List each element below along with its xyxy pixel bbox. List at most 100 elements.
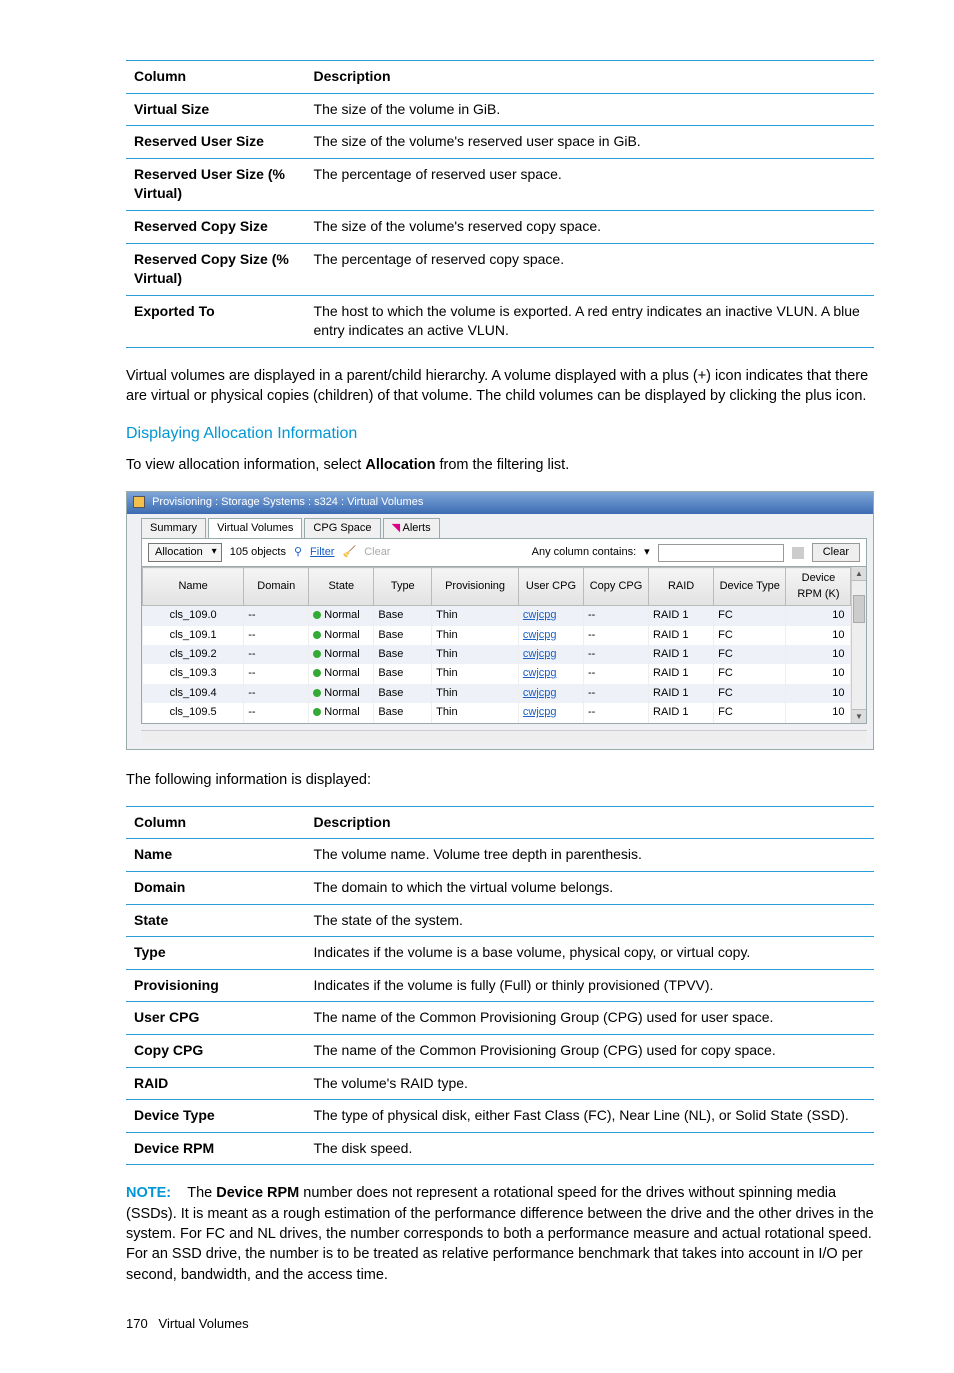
grid-cell: -- bbox=[244, 626, 309, 645]
grid-cell[interactable]: cwjcpg bbox=[518, 606, 583, 626]
grid-row[interactable]: cls_109.0--NormalBaseThincwjcpg--RAID 1F… bbox=[143, 606, 866, 626]
description-cell: The domain to which the virtual volume b… bbox=[306, 872, 874, 905]
col-provisioning[interactable]: Provisioning bbox=[432, 568, 519, 606]
table-row: Device TypeThe type of physical disk, ei… bbox=[126, 1100, 874, 1133]
table-row: TypeIndicates if the volume is a base vo… bbox=[126, 937, 874, 970]
grid-cell: Normal bbox=[309, 703, 374, 722]
description-cell: The disk speed. bbox=[306, 1132, 874, 1165]
tab-cpg-space[interactable]: CPG Space bbox=[304, 518, 380, 538]
table-row: Virtual SizeThe size of the volume in Gi… bbox=[126, 93, 874, 126]
grid-cell: Normal bbox=[309, 664, 374, 683]
column-name-cell: RAID bbox=[126, 1067, 306, 1100]
col-usercpg[interactable]: User CPG bbox=[518, 568, 583, 606]
column-name-cell: Copy CPG bbox=[126, 1034, 306, 1067]
grid-cell: Base bbox=[374, 684, 432, 703]
clear-icon: 🧹 bbox=[342, 545, 356, 560]
table-row: RAIDThe volume's RAID type. bbox=[126, 1067, 874, 1100]
grid-cell: RAID 1 bbox=[649, 684, 714, 703]
scroll-thumb[interactable] bbox=[853, 595, 865, 623]
grid-cell[interactable]: cwjcpg bbox=[518, 645, 583, 664]
grid-cell: Normal bbox=[309, 626, 374, 645]
grid-cell[interactable]: cwjcpg bbox=[518, 664, 583, 683]
tab-strip: Summary Virtual Volumes CPG Space ◥ Aler… bbox=[127, 514, 873, 538]
table-header: Column bbox=[126, 806, 306, 839]
column-name-cell: Reserved User Size bbox=[126, 126, 306, 159]
grid-row[interactable]: cls_109.2--NormalBaseThincwjcpg--RAID 1F… bbox=[143, 645, 866, 664]
grid-cell: Base bbox=[374, 626, 432, 645]
grid-cell[interactable]: cwjcpg bbox=[518, 684, 583, 703]
state-indicator-icon bbox=[313, 669, 321, 677]
grid-cell: Base bbox=[374, 606, 432, 626]
grid-cell[interactable]: cwjcpg bbox=[518, 703, 583, 722]
col-devicetype[interactable]: Device Type bbox=[714, 568, 786, 606]
window-title: Provisioning : Storage Systems : s324 : … bbox=[152, 496, 423, 508]
col-copycpg[interactable]: Copy CPG bbox=[583, 568, 648, 606]
grid-row[interactable]: cls_109.1--NormalBaseThincwjcpg--RAID 1F… bbox=[143, 626, 866, 645]
search-input[interactable] bbox=[658, 544, 784, 562]
column-name-cell: State bbox=[126, 904, 306, 937]
description-cell: The size of the volume's reserved user s… bbox=[306, 126, 874, 159]
grid-row[interactable]: cls_109.3--NormalBaseThincwjcpg--RAID 1F… bbox=[143, 664, 866, 683]
description-cell: Indicates if the volume is fully (Full) … bbox=[306, 969, 874, 1002]
col-state[interactable]: State bbox=[309, 568, 374, 606]
grid-cell: -- bbox=[244, 703, 309, 722]
horizontal-scrollbar[interactable] bbox=[141, 730, 867, 743]
grid-cell: Thin bbox=[432, 645, 519, 664]
table-header: Column bbox=[126, 61, 306, 94]
tab-alerts[interactable]: ◥ Alerts bbox=[383, 518, 440, 538]
page-number: 170 bbox=[126, 1316, 148, 1331]
table-row: Reserved User Size (% Virtual)The percen… bbox=[126, 158, 874, 210]
scroll-up-icon[interactable]: ▲ bbox=[852, 567, 866, 581]
table-row: Exported ToThe host to which the volume … bbox=[126, 295, 874, 347]
toolbar: Allocation 105 objects ⚲ Filter 🧹 Clear … bbox=[141, 538, 867, 567]
app-window-virtual-volumes: Provisioning : Storage Systems : s324 : … bbox=[126, 491, 874, 749]
state-indicator-icon bbox=[313, 708, 321, 716]
any-column-dropdown-icon[interactable]: ▾ bbox=[644, 545, 650, 560]
column-name-cell: User CPG bbox=[126, 1002, 306, 1035]
tab-summary[interactable]: Summary bbox=[141, 518, 206, 538]
grid-cell: -- bbox=[244, 664, 309, 683]
grid-cell: -- bbox=[244, 684, 309, 703]
grid-cell: -- bbox=[583, 606, 648, 626]
column-name-cell: Device Type bbox=[126, 1100, 306, 1133]
grid-cell: -- bbox=[583, 645, 648, 664]
column-name-cell: Exported To bbox=[126, 295, 306, 347]
grid-cell: cls_109.4 bbox=[143, 684, 244, 703]
col-devicerpm[interactable]: Device RPM (K) bbox=[786, 568, 851, 606]
grid-cell: RAID 1 bbox=[649, 626, 714, 645]
grid-row[interactable]: cls_109.5--NormalBaseThincwjcpg--RAID 1F… bbox=[143, 703, 866, 722]
filter-dropdown[interactable]: Allocation bbox=[148, 543, 222, 562]
grid-cell: Thin bbox=[432, 684, 519, 703]
print-icon[interactable] bbox=[792, 547, 804, 559]
column-name-cell: Provisioning bbox=[126, 969, 306, 1002]
description-cell: The size of the volume's reserved copy s… bbox=[306, 210, 874, 243]
table-header: Description bbox=[306, 806, 874, 839]
clear-button[interactable]: Clear bbox=[812, 543, 860, 562]
col-raid[interactable]: RAID bbox=[649, 568, 714, 606]
footer-section: Virtual Volumes bbox=[159, 1316, 249, 1331]
col-name[interactable]: Name bbox=[143, 568, 244, 606]
description-cell: The size of the volume in GiB. bbox=[306, 93, 874, 126]
column-name-cell: Reserved Copy Size bbox=[126, 210, 306, 243]
grid-cell: cls_109.5 bbox=[143, 703, 244, 722]
column-name-cell: Domain bbox=[126, 872, 306, 905]
grid-cell: -- bbox=[244, 606, 309, 626]
grid-row[interactable]: cls_109.4--NormalBaseThincwjcpg--RAID 1F… bbox=[143, 684, 866, 703]
tab-virtual-volumes[interactable]: Virtual Volumes bbox=[208, 518, 302, 538]
filter-link[interactable]: Filter bbox=[310, 545, 334, 560]
grid-cell[interactable]: cwjcpg bbox=[518, 626, 583, 645]
state-indicator-icon bbox=[313, 611, 321, 619]
col-domain[interactable]: Domain bbox=[244, 568, 309, 606]
paragraph-hierarchy: Virtual volumes are displayed in a paren… bbox=[126, 366, 874, 407]
col-type[interactable]: Type bbox=[374, 568, 432, 606]
grid-cell: FC bbox=[714, 664, 786, 683]
filter-icon[interactable]: ⚲ bbox=[294, 545, 302, 560]
vertical-scrollbar[interactable]: ▲ ▼ bbox=[851, 567, 866, 722]
grid-cell: Base bbox=[374, 664, 432, 683]
grid-cell: 10 bbox=[786, 703, 851, 722]
column-name-cell: Reserved User Size (% Virtual) bbox=[126, 158, 306, 210]
paragraph-following-info: The following information is displayed: bbox=[126, 770, 874, 790]
scroll-down-icon[interactable]: ▼ bbox=[852, 709, 866, 723]
grid-cell: 10 bbox=[786, 684, 851, 703]
grid-cell: 10 bbox=[786, 606, 851, 626]
